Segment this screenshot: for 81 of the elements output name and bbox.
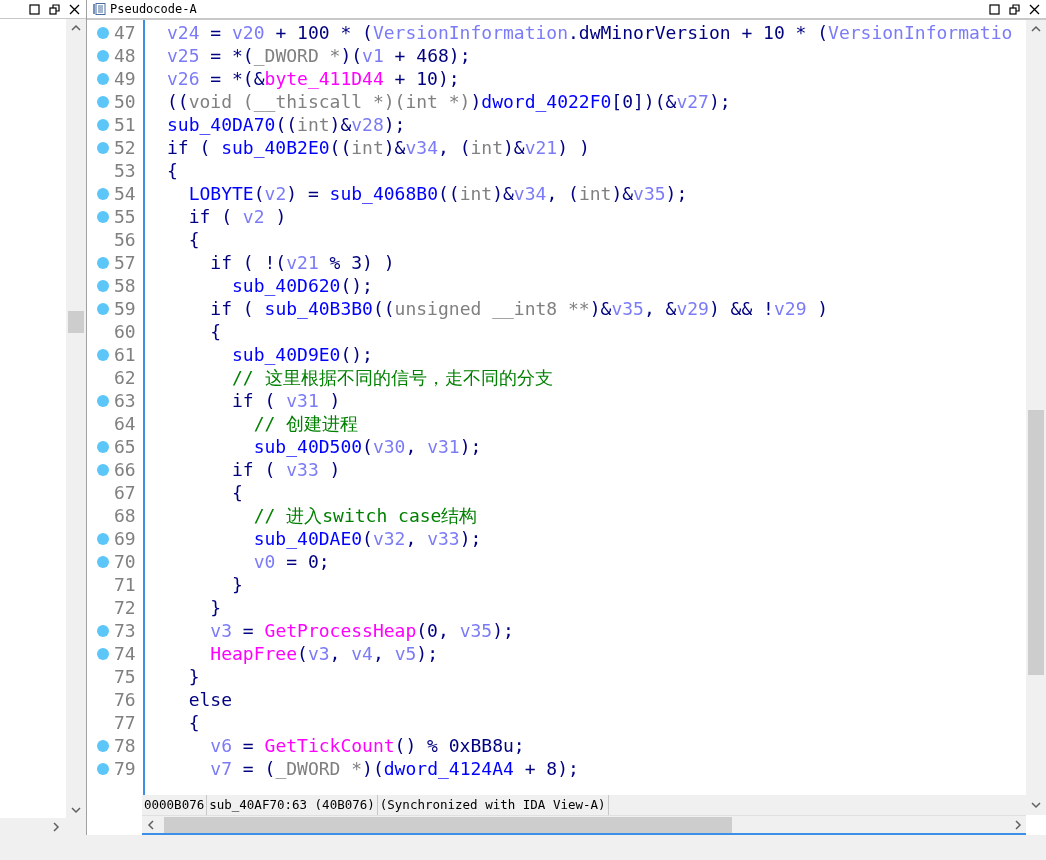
line-number: 77 xyxy=(114,711,136,734)
maximize-icon[interactable] xyxy=(989,3,1000,15)
code-line: { xyxy=(231,481,244,504)
code-line: ((void (__thiscall *)(int *))dword_4022F0[0])(&v27); xyxy=(167,90,732,113)
line-number: 51 xyxy=(114,113,136,136)
line-number: 67 xyxy=(114,481,136,504)
line-number: 74 xyxy=(114,642,136,665)
scroll-thumb[interactable] xyxy=(68,311,84,333)
line-number: 54 xyxy=(114,182,136,205)
line-number: 59 xyxy=(114,297,136,320)
line-number: 65 xyxy=(114,435,136,458)
code-line: if ( v33 ) xyxy=(231,458,342,481)
code-line: } xyxy=(231,573,244,596)
scrollbar[interactable] xyxy=(142,815,1026,835)
line-number: 76 xyxy=(114,688,136,711)
line-number: 58 xyxy=(114,274,136,297)
line-number: 48 xyxy=(114,44,136,67)
code-line: sub_40DA70((int)&v28); xyxy=(167,113,407,136)
line-number: 52 xyxy=(114,136,136,159)
line-number: 73 xyxy=(114,619,136,642)
scrollbar[interactable] xyxy=(66,19,86,818)
code-line: if ( sub_40B3B0((unsigned __int8 **)&v35, &v29) && !v29 ) xyxy=(209,297,830,320)
line-number: 50 xyxy=(114,90,136,113)
restore-icon[interactable] xyxy=(49,3,60,15)
line-number: 62 xyxy=(114,366,136,389)
code-line: } xyxy=(187,665,201,688)
line-number: 55 xyxy=(114,205,136,228)
code-line: { xyxy=(167,159,179,182)
line-number: 60 xyxy=(114,320,136,343)
code-line: { xyxy=(187,711,201,734)
line-number: 56 xyxy=(114,228,136,251)
code-line: v7 = (_DWORD *)(dword_4124A4 + 8); xyxy=(209,757,580,780)
line-number: 75 xyxy=(114,665,136,688)
code-line: HeapFree(v3, v4, v5); xyxy=(209,642,439,665)
code-line: if ( v2 ) xyxy=(187,205,288,228)
line-number: 57 xyxy=(114,251,136,274)
line-number: 72 xyxy=(114,596,136,619)
code-line: LOBYTE(v2) = sub_4068B0((int)&v34, (int)&v35); xyxy=(187,182,689,205)
code-line: if ( !(v21 % 3) ) xyxy=(209,251,396,274)
scroll-thumb[interactable] xyxy=(1028,410,1044,675)
code-line: sub_40D620(); xyxy=(231,274,374,297)
code-line: v3 = GetProcessHeap(0, v35); xyxy=(209,619,515,642)
scroll-thumb[interactable] xyxy=(164,817,732,833)
code-line: v26 = *(&byte_411D44 + 10); xyxy=(167,67,461,90)
line-number: 61 xyxy=(114,343,136,366)
code-line: v24 = v20 + 100 * (VersionInformation.dwMinorVersion + 10 * (VersionInformatio xyxy=(167,21,1014,44)
code-line: sub_40D500(v30, v31); xyxy=(252,435,483,458)
code-line: else xyxy=(187,688,234,711)
code-line: } xyxy=(209,596,223,619)
restore-icon[interactable] xyxy=(1009,3,1020,15)
line-number: 53 xyxy=(114,159,136,182)
document-icon xyxy=(93,3,106,15)
code-line: { xyxy=(209,320,223,343)
code-line: // 进入switch case结构 xyxy=(252,504,479,527)
code-line: // 创建进程 xyxy=(252,412,360,435)
code-line: v0 = 0; xyxy=(252,550,331,573)
line-number: 63 xyxy=(114,389,136,412)
code-line: if ( v31 ) xyxy=(231,389,342,412)
line-number: 79 xyxy=(114,757,136,780)
line-number: 68 xyxy=(114,504,136,527)
scrollbar[interactable] xyxy=(1026,20,1046,795)
line-number: 49 xyxy=(114,67,136,90)
line-number: 78 xyxy=(114,734,136,757)
code-line: { xyxy=(187,228,201,251)
line-number: 64 xyxy=(114,412,136,435)
close-icon[interactable] xyxy=(1029,3,1040,15)
code-line: // 这里根据不同的信号，走不同的分支 xyxy=(231,366,554,389)
line-number: 69 xyxy=(114,527,136,550)
line-number: 47 xyxy=(114,21,136,44)
tab-title[interactable]: Pseudocode-A xyxy=(93,2,197,16)
line-number: 71 xyxy=(114,573,136,596)
line-number: 66 xyxy=(114,458,136,481)
line-number: 70 xyxy=(114,550,136,573)
close-icon[interactable] xyxy=(69,3,80,15)
code-line: v25 = *(_DWORD *)(v1 + 468); xyxy=(167,44,472,67)
code-line: sub_40D9E0(); xyxy=(231,343,374,366)
code-line: v6 = GetTickCount() % 0xBB8u; xyxy=(209,734,526,757)
scroll-down-icon[interactable] xyxy=(1030,799,1042,811)
maximize-icon[interactable] xyxy=(29,3,40,15)
code-line: if ( sub_40B2E0((int)&v34, (int)&v21) ) xyxy=(167,136,591,159)
code-line: sub_40DAE0(v32, v33); xyxy=(252,527,483,550)
